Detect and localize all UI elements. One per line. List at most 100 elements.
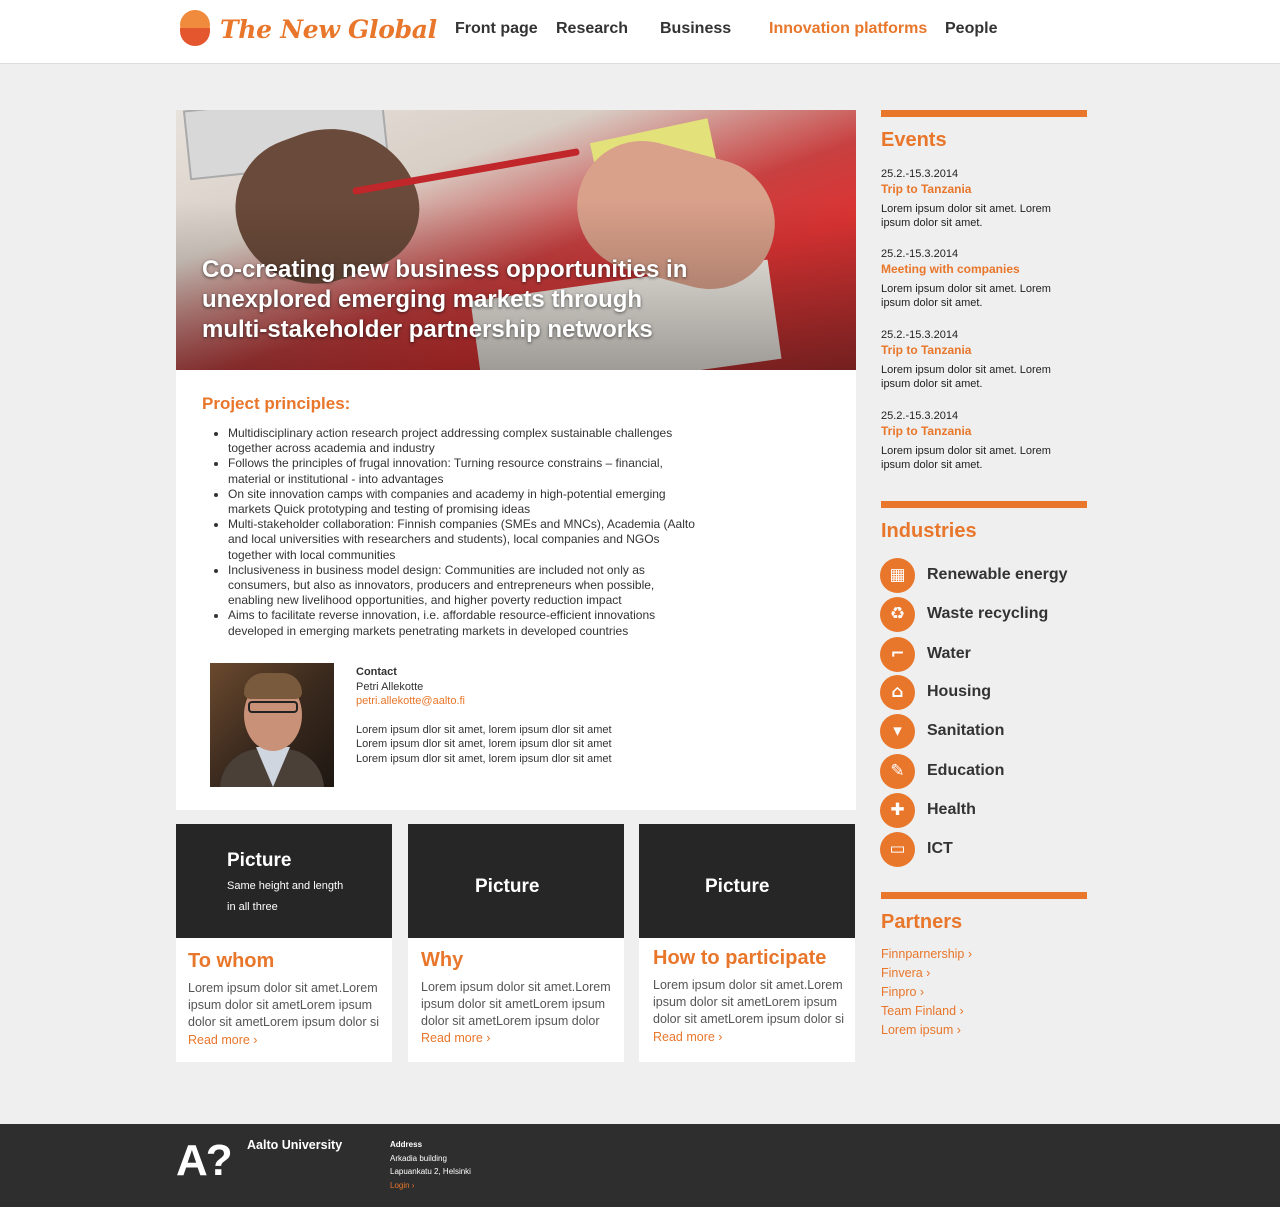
industry-label: Housing — [927, 683, 991, 700]
event-link[interactable]: Meeting with companies — [881, 262, 1071, 276]
partner-link[interactable]: Lorem ipsum › — [881, 1023, 961, 1037]
feature-box-why: Picture Why Lorem ipsum dolor sit amet.L… — [408, 824, 624, 1062]
picture-placeholder: Picture — [639, 824, 855, 938]
university-name: Aalto University — [247, 1138, 343, 1152]
industry-label: Health — [927, 801, 976, 818]
nav-front-page[interactable]: Front page — [455, 20, 538, 38]
login-link[interactable]: Login › — [390, 1181, 414, 1190]
feature-box-to-whom: Picture Same height and length in all th… — [176, 824, 392, 1062]
industry-waste-recycling[interactable]: ♻ Waste recycling — [880, 596, 1048, 632]
picture-note: Same height and length — [227, 880, 344, 892]
partner-link[interactable]: Team Finland › — [881, 1004, 964, 1018]
event-date: 25.2.-15.3.2014 — [881, 329, 959, 341]
medical-cross-icon: ✚ — [880, 792, 915, 828]
nav-people[interactable]: People — [945, 20, 997, 38]
recycle-icon: ♻ — [880, 596, 915, 632]
box-text: Lorem ipsum dolor sit amet.Lorem ipsum d… — [653, 978, 845, 1026]
water-tap-icon: ⌐ — [880, 636, 915, 672]
industry-ict[interactable]: ▭ ICT — [880, 831, 953, 867]
industry-health[interactable]: ✚ Health — [880, 792, 976, 828]
box-text: Lorem ipsum dolor sit amet.Lorem ipsum d… — [188, 981, 380, 1029]
event-text: Lorem ipsum dolor sit amet. Lorem ipsum … — [881, 445, 1051, 471]
industry-label: Waste recycling — [927, 605, 1049, 622]
main-content: Co-creating new business opportunities i… — [176, 110, 856, 810]
box-title: To whom — [188, 950, 275, 972]
list-item: Follows the principles of frugal innovat… — [228, 456, 698, 486]
site-header: The New Global Front page Research Busin… — [0, 0, 1280, 64]
box-title: Why — [421, 949, 464, 971]
nav-research[interactable]: Research — [556, 20, 628, 38]
partner-link[interactable]: Finvera › — [881, 966, 930, 980]
industries-heading: Industries — [881, 520, 977, 542]
nav-business[interactable]: Business — [660, 20, 731, 38]
address-heading: Address — [390, 1140, 423, 1149]
site-footer: A? Aalto University Address Arkadia buil… — [0, 1124, 1280, 1207]
address-line: Arkadia building — [390, 1153, 447, 1163]
aalto-logo: A? — [176, 1136, 233, 1185]
list-item: Multi-stakeholder collaboration: Finnish… — [228, 517, 698, 563]
house-icon: ⌂ — [880, 674, 915, 710]
partner-link[interactable]: Finnparnership › — [881, 947, 972, 961]
principles-heading: Project principles: — [202, 394, 351, 413]
industries-divider — [881, 501, 1087, 508]
picture-title: Picture — [227, 850, 292, 871]
logo-text: The New Global — [220, 14, 437, 44]
read-more-link[interactable]: Read more › — [421, 1031, 490, 1045]
events-heading: Events — [881, 129, 947, 151]
picture-title: Picture — [475, 876, 540, 897]
picture-note: in all three — [227, 901, 278, 913]
industry-housing[interactable]: ⌂ Housing — [880, 674, 991, 710]
footer-address: Address Arkadia building Lapuankatu 2, H… — [390, 1138, 471, 1192]
events-divider — [881, 110, 1087, 117]
box-title: How to participate — [653, 947, 827, 969]
picture-placeholder: Picture Same height and length in all th… — [176, 824, 392, 938]
partner-link[interactable]: Finpro › — [881, 985, 924, 999]
contact-name: Petri Allekotte — [356, 680, 424, 693]
picture-placeholder: Picture — [408, 824, 624, 938]
hero-banner: Co-creating new business opportunities i… — [176, 110, 856, 370]
event-link[interactable]: Trip to Tanzania — [881, 343, 1071, 357]
event-item: 25.2.-15.3.2014 Meeting with companies L… — [881, 247, 1071, 310]
read-more-link[interactable]: Read more › — [188, 1033, 257, 1047]
pencil-icon: ✎ — [880, 753, 915, 789]
event-text: Lorem ipsum dolor sit amet. Lorem ipsum … — [881, 364, 1051, 390]
industry-education[interactable]: ✎ Education — [880, 753, 1004, 789]
feature-box-how-to-participate: Picture How to participate Lorem ipsum d… — [639, 824, 855, 1062]
toilet-icon: ▾ — [880, 713, 915, 749]
nav-innovation-platforms[interactable]: Innovation platforms — [769, 20, 927, 38]
event-text: Lorem ipsum dolor sit amet. Lorem ipsum … — [881, 203, 1051, 229]
event-link[interactable]: Trip to Tanzania — [881, 424, 1071, 438]
principles-list: Multidisciplinary action research projec… — [228, 426, 698, 639]
partners-heading: Partners — [881, 911, 963, 933]
industry-renewable-energy[interactable]: ▦ Renewable energy — [880, 557, 1068, 593]
contact-label: Contact — [356, 666, 397, 678]
contact-text: Lorem ipsum dlor sit amet, lorem ipsum d… — [356, 738, 612, 750]
contact-info: Contact Petri Allekotte petri.allekotte@… — [356, 665, 612, 766]
monitor-icon: ▭ — [880, 831, 915, 867]
contact-text: Lorem ipsum dlor sit amet, lorem ipsum d… — [356, 752, 612, 765]
event-link[interactable]: Trip to Tanzania — [881, 182, 1071, 196]
event-date: 25.2.-15.3.2014 — [881, 248, 959, 260]
event-date: 25.2.-15.3.2014 — [881, 168, 959, 180]
picture-title: Picture — [705, 876, 770, 897]
event-item: 25.2.-15.3.2014 Trip to Tanzania Lorem i… — [881, 328, 1071, 391]
event-item: 25.2.-15.3.2014 Trip to Tanzania Lorem i… — [881, 409, 1071, 472]
contact-photo — [210, 663, 334, 787]
address-line: Lapuankatu 2, Helsinki — [390, 1167, 471, 1176]
contact-text: Lorem ipsum dlor sit amet, lorem ipsum d… — [356, 723, 612, 736]
solar-panel-icon: ▦ — [880, 557, 915, 593]
box-text: Lorem ipsum dolor sit amet.Lorem ipsum d… — [421, 980, 611, 1028]
list-item: Aims to facilitate reverse innovation, i… — [228, 608, 698, 638]
site-logo[interactable]: The New Global — [178, 10, 437, 48]
hero-title: Co-creating new business opportunities i… — [202, 256, 688, 343]
read-more-link[interactable]: Read more › — [653, 1030, 722, 1044]
contact-email-link[interactable]: petri.allekotte@aalto.fi — [356, 695, 465, 707]
event-date: 25.2.-15.3.2014 — [881, 410, 959, 422]
list-item: Multidisciplinary action research projec… — [228, 426, 698, 456]
industry-label: ICT — [927, 840, 953, 857]
industry-water[interactable]: ⌐ Water — [880, 636, 971, 672]
industry-sanitation[interactable]: ▾ Sanitation — [880, 713, 1004, 749]
industry-label: Sanitation — [927, 722, 1005, 739]
event-item: 25.2.-15.3.2014 Trip to Tanzania Lorem i… — [881, 167, 1071, 230]
industry-label: Water — [927, 645, 971, 662]
